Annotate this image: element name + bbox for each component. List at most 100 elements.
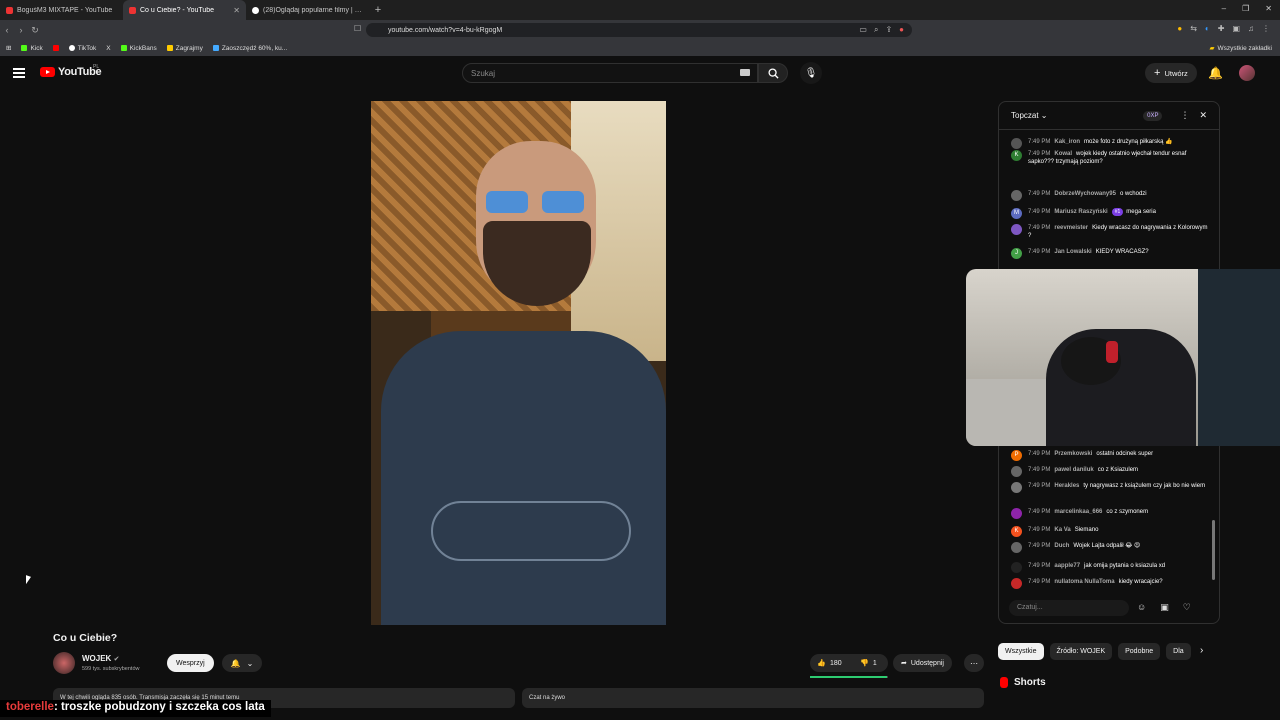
minimize-icon[interactable]: – <box>1222 4 1226 13</box>
chat-message[interactable]: K 7:49 PM Ka Va Siemano <box>1011 526 1211 537</box>
chat-author[interactable]: pawel daniluk <box>1054 467 1093 473</box>
create-button[interactable]: + Utwórz <box>1145 63 1197 83</box>
chat-author[interactable]: Jan Lowalski <box>1054 249 1091 255</box>
chat-message[interactable]: 7:49 PM pawel daniluk co z Ksiazulem <box>1011 466 1211 477</box>
chat-author-avatar[interactable] <box>1011 138 1022 149</box>
bookmark-kickbans[interactable]: KickBans <box>120 45 157 52</box>
emoji-icon[interactable]: ☺ <box>1137 602 1146 613</box>
chat-message[interactable]: M 7:49 PM Mariusz Raszyński #1 mega seria <box>1011 208 1211 219</box>
menu-icon[interactable] <box>13 68 25 80</box>
search-input[interactable]: Szukaj <box>462 63 758 83</box>
support-button[interactable]: Wesprzyj <box>167 654 214 672</box>
chat-input[interactable]: Czatuj... <box>1009 600 1129 616</box>
extension-icon[interactable]: ● <box>1177 24 1182 33</box>
cast-icon[interactable]: ▭ <box>859 25 867 35</box>
bookmark-tiktok[interactable]: TikTok <box>68 45 96 52</box>
chat-message[interactable]: 7:49 PM nullatoma NullaToma kiedy wracajci… <box>1011 578 1211 589</box>
chat-author[interactable]: Kowal <box>1054 151 1072 157</box>
chat-author-avatar[interactable]: P <box>1011 450 1022 461</box>
chat-author-avatar[interactable]: J <box>1011 248 1022 259</box>
bookmark-star-icon[interactable]: ☐ <box>354 24 361 33</box>
search-button[interactable] <box>758 63 788 83</box>
youtube-logo[interactable]: YouTube PL <box>40 64 102 78</box>
chat-message[interactable]: J 7:49 PM Jan Lowalski KIEDY WRACASZ? <box>1011 248 1211 259</box>
dislike-button[interactable]: 👎 1 <box>849 659 888 668</box>
chat-author[interactable]: Duch <box>1054 543 1069 549</box>
chat-message[interactable]: 7:49 PM aapple77 jak omija pytania o ksiaz… <box>1011 562 1211 573</box>
video-player[interactable] <box>371 101 666 625</box>
chat-author-avatar[interactable] <box>1011 562 1022 573</box>
new-tab-button[interactable]: + <box>369 4 387 16</box>
like-button[interactable]: 👍 180 <box>810 659 849 668</box>
tab-0[interactable]: BoguśM3 MIXTAPE - YouTube <box>0 0 123 20</box>
chat-mode-dropdown[interactable]: Topczat ⌄ <box>1011 111 1143 120</box>
chat-author-avatar[interactable] <box>1011 482 1022 493</box>
chat-author[interactable]: Kak_iron <box>1054 139 1080 145</box>
chat-author-avatar[interactable] <box>1011 190 1022 201</box>
chat-message[interactable]: K 7:49 PM Kowal wojek kiedy ostatnio wjecha… <box>1011 150 1211 166</box>
chat-message[interactable]: 7:49 PM DobrzeWychowany95 o wchodzi <box>1011 190 1211 201</box>
live-chat-replay-box[interactable]: Czat na żywo <box>522 688 984 708</box>
chat-message[interactable]: 7:49 PM Kak_iron może foto z drużyną piłka… <box>1011 138 1211 149</box>
puzzle-icon[interactable]: ✚ <box>1218 24 1225 33</box>
extension-icon[interactable]: ◐ <box>1205 24 1210 33</box>
back-icon[interactable]: ‹ <box>0 25 14 35</box>
chip-source[interactable]: Źródło: WOJEK <box>1049 643 1113 660</box>
more-actions-button[interactable]: ⋯ <box>964 654 984 672</box>
forward-icon[interactable]: › <box>14 25 28 35</box>
notifications-bell-icon[interactable]: 🔔 <box>1208 66 1223 80</box>
reload-icon[interactable]: ↻ <box>28 25 42 36</box>
bookmark-deal[interactable]: Zaoszczędź 60%, ku... <box>212 45 287 52</box>
bookmark-youtube[interactable] <box>52 45 59 51</box>
tab-1[interactable]: Co u Ciebie? - YouTube ✕ <box>123 0 246 20</box>
bookmark-x[interactable]: X <box>106 45 110 52</box>
account-avatar[interactable] <box>1239 65 1255 81</box>
menu-icon[interactable]: ⋮ <box>1262 24 1270 33</box>
heart-icon[interactable]: ♡ <box>1183 602 1191 613</box>
chat-message[interactable]: P 7:49 PM Przemkowski ostatni odcinek super <box>1011 450 1211 461</box>
restore-icon[interactable]: ❐ <box>1242 4 1249 13</box>
chat-author[interactable]: reevmeister <box>1054 225 1088 231</box>
extension-icon[interactable]: ⇆ <box>1190 24 1197 33</box>
chat-author[interactable]: aapple77 <box>1054 563 1080 569</box>
super-chat-icon[interactable]: ▣ <box>1160 602 1169 613</box>
chat-author[interactable]: marcelinkaa_666 <box>1054 509 1102 515</box>
share-button[interactable]: ➦ Udostępnij <box>893 654 952 672</box>
sidepanel-icon[interactable]: ▣ <box>1232 24 1240 33</box>
chat-author[interactable]: Herakles <box>1054 483 1079 489</box>
chat-message[interactable]: 7:49 PM Herakles ty nagrywasz z książulem … <box>1011 482 1211 493</box>
tab-2[interactable]: (28)Oglądaj popularne filmy | TikTok <box>246 0 369 20</box>
chat-message[interactable]: 7:49 PM Duch Wojek Lajta odpalił 😂 😍 <box>1011 542 1211 553</box>
chat-author-avatar[interactable] <box>1011 224 1022 235</box>
chat-author[interactable]: Mariusz Raszyński <box>1054 209 1107 215</box>
chat-author-avatar[interactable]: K <box>1011 150 1022 161</box>
keyboard-icon[interactable] <box>740 69 750 76</box>
close-window-icon[interactable]: ✕ <box>1265 4 1272 13</box>
share-page-icon[interactable]: ⇪ <box>885 25 892 35</box>
close-tab-icon[interactable]: ✕ <box>233 6 240 15</box>
extension-icon[interactable]: ● <box>899 25 904 35</box>
address-bar[interactable]: youtube.com/watch?v=4-bu-kRgogM ▭ ⌕ ⇪ ● <box>366 23 912 37</box>
chat-author[interactable]: Ka Va <box>1054 527 1070 533</box>
chip-for-you[interactable]: Dla <box>1166 643 1191 660</box>
chat-message[interactable]: 7:49 PM reevmeister Kiedy wracasz do nagry… <box>1011 224 1211 240</box>
chat-author-avatar[interactable]: K <box>1011 526 1022 537</box>
channel-avatar[interactable] <box>53 652 75 674</box>
chat-author-avatar[interactable] <box>1011 542 1022 553</box>
bookmark-zagrajmy[interactable]: Zagrajmy <box>166 45 203 52</box>
chevron-right-icon[interactable]: › <box>1200 645 1203 656</box>
chat-author[interactable]: Przemkowski <box>1054 451 1092 457</box>
chat-message[interactable]: 7:49 PM marcelinkaa_666 co z szymonem <box>1011 508 1211 519</box>
close-icon[interactable]: ✕ <box>1199 110 1207 121</box>
zoom-icon[interactable]: ⌕ <box>874 25 878 35</box>
chat-author[interactable]: DobrzeWychowany95 <box>1054 191 1116 197</box>
voice-search-button[interactable]: 🎙 <box>800 62 822 84</box>
chip-similar[interactable]: Podobne <box>1118 643 1161 660</box>
chat-scrollbar[interactable] <box>1212 520 1215 580</box>
chat-author-avatar[interactable]: M <box>1011 208 1022 219</box>
chat-author-avatar[interactable] <box>1011 508 1022 519</box>
subscription-bell-button[interactable]: 🔔 ⌄ <box>222 654 262 672</box>
chat-author[interactable]: nullatoma NullaToma <box>1054 579 1114 585</box>
chat-author-avatar[interactable] <box>1011 578 1022 589</box>
media-icon[interactable]: ♫ <box>1248 24 1254 33</box>
